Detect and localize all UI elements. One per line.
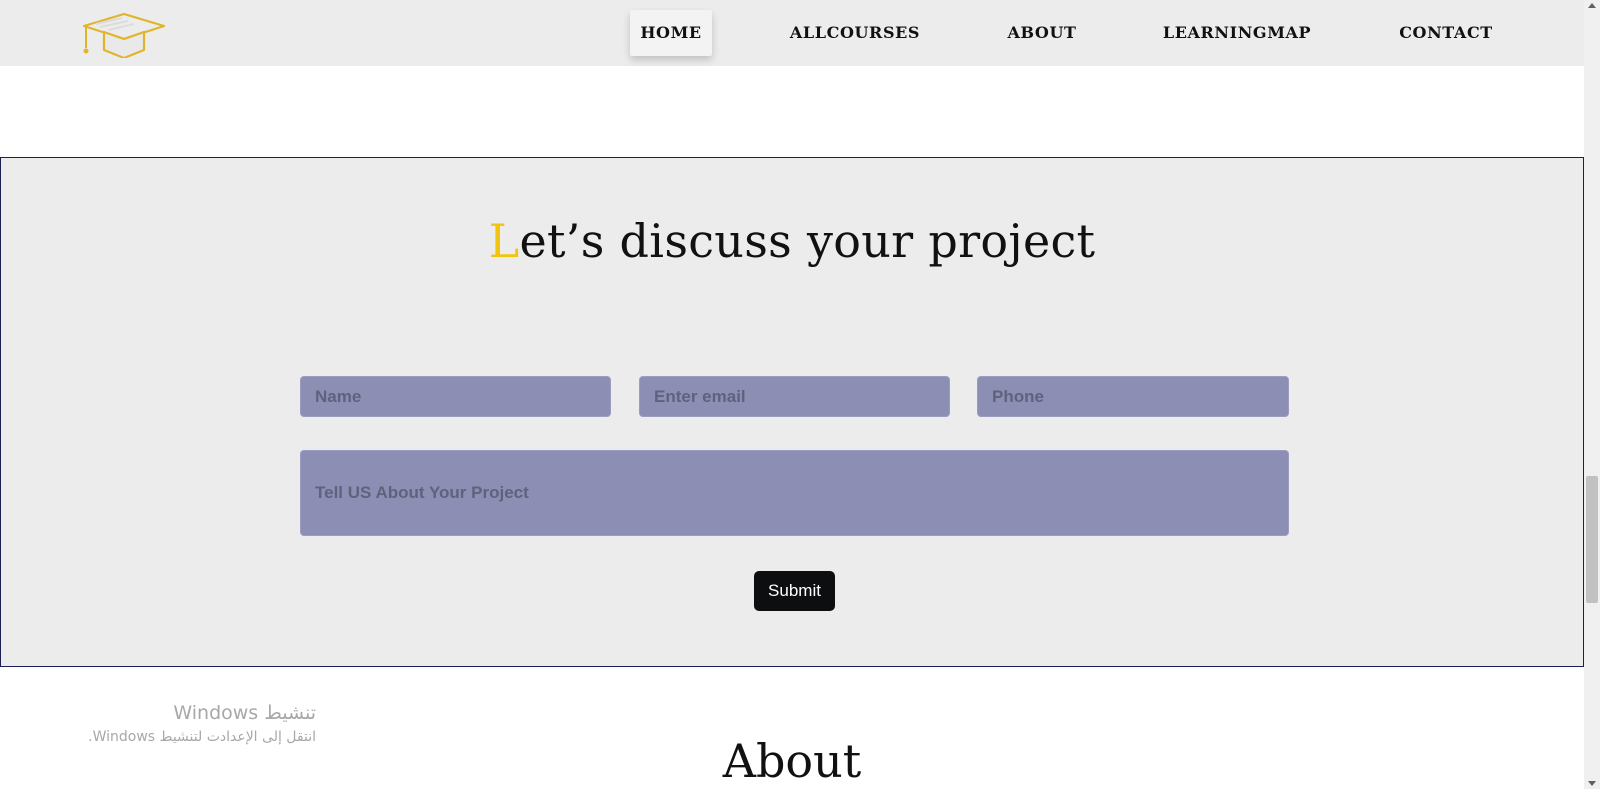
nav-learningmap[interactable]: LEARNINGMAP [1156, 10, 1318, 56]
watermark-title: تنشيط Windows [173, 702, 316, 724]
scroll-down-arrow-icon[interactable] [1588, 781, 1596, 786]
heading-accent-letter: L [488, 214, 520, 268]
heading-text: et’s discuss your project [519, 214, 1096, 268]
page: HOME ALLCOURSES ABOUT LEARNINGMAP CONTAC… [0, 0, 1600, 789]
about-heading: About [722, 734, 862, 788]
name-input[interactable] [300, 376, 611, 417]
top-navbar: HOME ALLCOURSES ABOUT LEARNINGMAP CONTAC… [0, 0, 1584, 66]
contact-heading: Let’s discuss your project [1, 214, 1583, 268]
contact-section: Let’s discuss your project Submit [0, 157, 1584, 667]
nav-about[interactable]: ABOUT [1000, 10, 1084, 56]
scroll-up-arrow-icon[interactable] [1588, 3, 1596, 8]
nav-allcourses[interactable]: ALLCOURSES [778, 10, 932, 56]
vertical-scrollbar[interactable] [1584, 0, 1600, 789]
scrollbar-thumb[interactable] [1586, 476, 1598, 603]
nav-contact[interactable]: CONTACT [1390, 10, 1502, 56]
submit-button[interactable]: Submit [754, 571, 835, 611]
email-input[interactable] [639, 376, 950, 417]
nav-home[interactable]: HOME [630, 10, 712, 56]
project-textarea[interactable] [300, 450, 1289, 536]
phone-input[interactable] [977, 376, 1289, 417]
graduation-cap-icon[interactable] [82, 12, 166, 60]
